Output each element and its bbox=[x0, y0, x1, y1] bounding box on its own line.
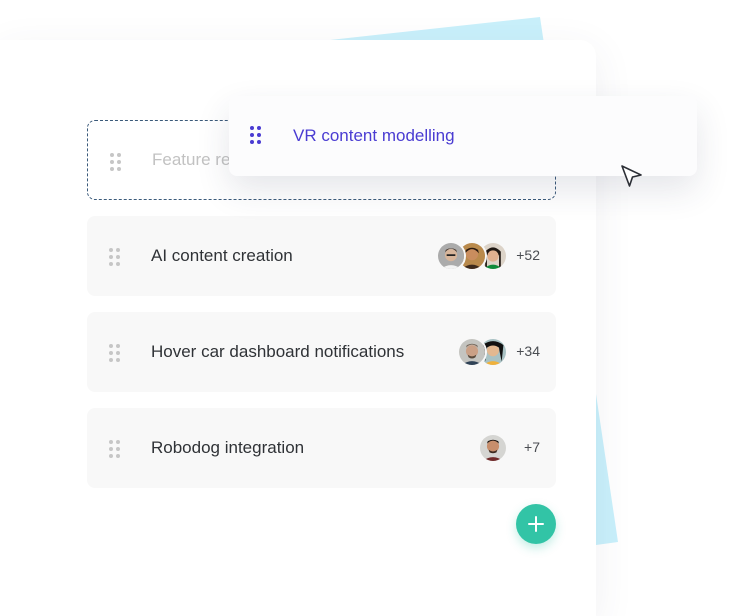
avatar bbox=[457, 337, 487, 367]
plus-icon bbox=[528, 516, 544, 532]
avatar bbox=[478, 433, 508, 463]
avatar bbox=[436, 241, 466, 271]
add-task-button[interactable] bbox=[516, 504, 556, 544]
drag-handle-icon[interactable] bbox=[250, 126, 262, 144]
task-card[interactable]: Hover car dashboard notifications +34 bbox=[87, 312, 556, 392]
drag-handle-icon[interactable] bbox=[109, 248, 121, 266]
dragged-card-title: VR content modelling bbox=[293, 126, 455, 145]
task-card-title: AI content creation bbox=[151, 246, 293, 265]
assignee-avatars bbox=[436, 241, 508, 271]
assignee-count: +7 bbox=[524, 439, 540, 455]
assignee-count: +34 bbox=[516, 343, 540, 359]
task-card[interactable]: AI content creation +52 bbox=[87, 216, 556, 296]
task-card-title: Robodog integration bbox=[151, 438, 305, 457]
assignee-count: +52 bbox=[516, 247, 540, 263]
task-card[interactable]: Robodog integration +7 bbox=[87, 408, 556, 488]
drag-handle-icon[interactable] bbox=[109, 440, 121, 458]
drag-handle-icon[interactable] bbox=[109, 344, 121, 362]
drag-handle-icon bbox=[110, 153, 122, 171]
task-card-title: Hover car dashboard notifications bbox=[151, 342, 405, 361]
cursor-arrow-icon bbox=[621, 165, 642, 187]
placeholder-card-title: Feature re bbox=[152, 150, 231, 169]
assignee-avatars bbox=[457, 337, 508, 367]
assignee-avatars bbox=[478, 433, 508, 463]
